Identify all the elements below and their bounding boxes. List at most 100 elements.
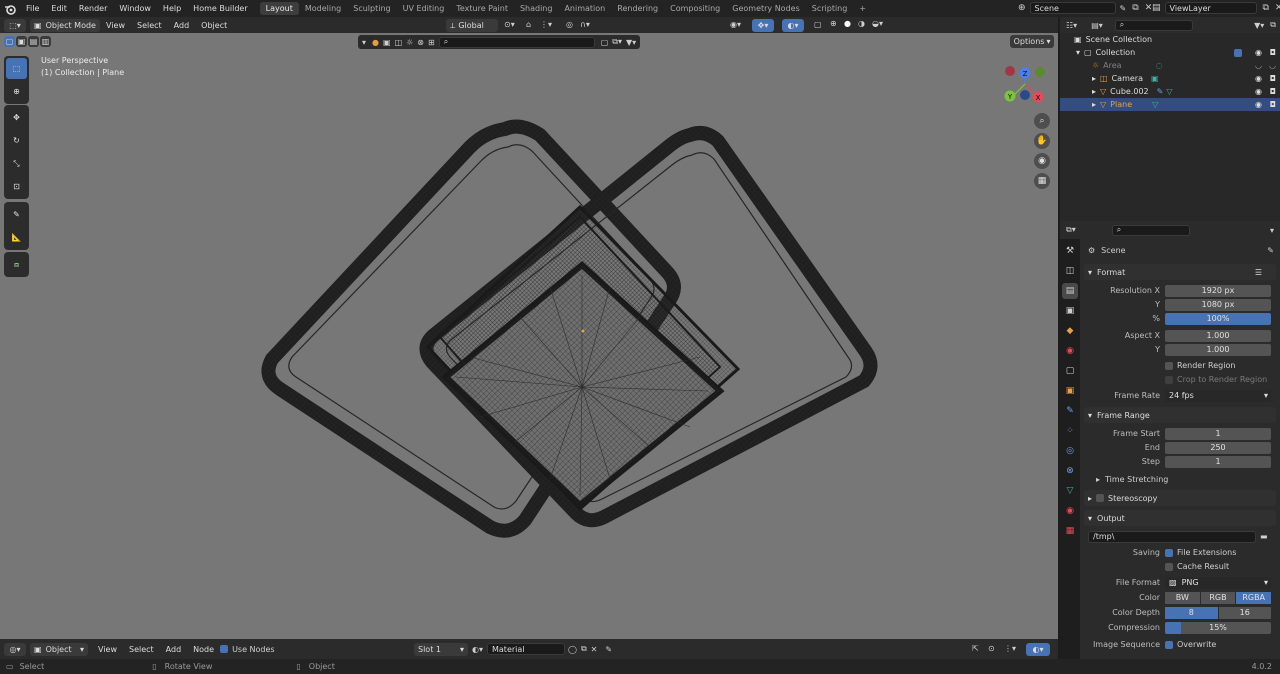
viewport-search-input[interactable]: ⌕ xyxy=(438,36,595,48)
duplicate-material-icon[interactable]: ⧉ xyxy=(581,644,587,654)
file-format-dropdown[interactable]: ▨ PNG ▾ xyxy=(1165,576,1271,589)
tab-texture[interactable]: ▦ xyxy=(1062,523,1078,539)
unlink-material-icon[interactable]: ✕ xyxy=(591,645,598,654)
new-collection-icon[interactable]: ⧉ xyxy=(1270,20,1276,30)
tab-scene[interactable]: ◆ xyxy=(1062,323,1078,339)
camera-view-button[interactable]: ◉ xyxy=(1034,153,1050,169)
viewport-menu-view[interactable]: View xyxy=(100,21,131,30)
tab-world[interactable]: ◉ xyxy=(1062,343,1078,359)
output-panel-header[interactable]: ▾ Output xyxy=(1084,510,1276,526)
restrict-icon[interactable]: ▢ xyxy=(601,38,609,47)
cube-eye-icon[interactable]: ◉ xyxy=(1255,87,1262,96)
tab-output[interactable]: ▤ xyxy=(1062,283,1078,299)
node-parent-icon[interactable]: ⇱ xyxy=(972,644,979,653)
shading-solid-icon[interactable]: ● xyxy=(844,19,851,28)
color-rgb-button[interactable]: RGB xyxy=(1199,591,1236,604)
presets-icon[interactable]: ☰ xyxy=(1255,268,1262,277)
output-path-input[interactable]: /tmp\ xyxy=(1088,530,1256,543)
transform-tool[interactable]: ⊡ xyxy=(6,176,27,197)
annotate-tool[interactable]: ✎ xyxy=(6,204,27,225)
display-icon[interactable]: ⧉▾ xyxy=(612,37,622,47)
node-overlay-button[interactable]: ◐▾ xyxy=(1026,643,1050,656)
select-box-tool[interactable]: ⬚ xyxy=(6,58,27,79)
color-rgba-button[interactable]: RGBA xyxy=(1235,591,1272,604)
color-bw-button[interactable]: BW xyxy=(1165,591,1200,604)
cursor-tool[interactable]: ⊕ xyxy=(6,81,27,102)
frame-rate-dropdown[interactable]: 24 fps ▾ xyxy=(1165,389,1271,402)
select-extend-button[interactable]: ▣ xyxy=(16,36,27,47)
node-menu-node[interactable]: Node xyxy=(187,645,220,654)
menu-render[interactable]: Render xyxy=(73,4,113,13)
frame-step-field[interactable]: 1 xyxy=(1165,455,1271,468)
tab-modifiers[interactable]: ✎ xyxy=(1062,403,1078,419)
tab-uv-editing[interactable]: UV Editing xyxy=(397,2,451,15)
node-menu-view[interactable]: View xyxy=(92,645,123,654)
collection-row[interactable]: ▾ ▢ Collection ◉ ◘ xyxy=(1060,46,1280,59)
color-wheel-icon[interactable]: ● xyxy=(372,38,379,47)
ortho-toggle-button[interactable]: ▦ xyxy=(1034,173,1050,189)
crop-region-checkbox[interactable] xyxy=(1165,375,1173,384)
use-nodes-checkbox[interactable] xyxy=(220,645,229,653)
bottom-editor-type-button[interactable]: ◎▾ xyxy=(4,642,26,656)
expand-icon[interactable]: ▸ xyxy=(1092,100,1096,109)
tab-constraints[interactable]: ⊗ xyxy=(1062,463,1078,479)
stereoscopy-checkbox[interactable] xyxy=(1096,494,1105,502)
tab-sculpting[interactable]: Sculpting xyxy=(347,2,396,15)
resolution-percent-slider[interactable]: 100% xyxy=(1165,312,1271,325)
properties-search-input[interactable]: ⌕ xyxy=(1111,224,1190,236)
mode-dropdown[interactable]: ▣ Object Mode xyxy=(30,18,100,32)
menu-file[interactable]: File xyxy=(20,4,45,13)
stereoscopy-panel-header[interactable]: ▸ Stereoscopy xyxy=(1084,490,1276,506)
tab-texture-paint[interactable]: Texture Paint xyxy=(450,2,514,15)
tab-view-layer[interactable]: ▣ xyxy=(1062,303,1078,319)
menu-home-builder[interactable]: Home Builder xyxy=(187,4,253,13)
frame-end-field[interactable]: 250 xyxy=(1165,441,1271,454)
scene-name-field[interactable]: Scene xyxy=(1029,2,1116,14)
tab-material[interactable]: ◉ xyxy=(1062,503,1078,519)
frame-start-field[interactable]: 1 xyxy=(1165,427,1271,440)
material-sphere-icon[interactable]: ◐▾ xyxy=(472,645,483,654)
tab-render[interactable]: ◫ xyxy=(1062,263,1078,279)
collapse-icon[interactable]: ▾ xyxy=(362,38,366,47)
move-tool[interactable]: ✥ xyxy=(6,107,27,128)
node-menu-select[interactable]: Select xyxy=(123,645,160,654)
pan-button[interactable]: ✋ xyxy=(1034,133,1050,149)
resolution-y-field[interactable]: 1080 px xyxy=(1165,298,1271,311)
viewport-menu-object[interactable]: Object xyxy=(195,21,233,30)
transform-orientation-dropdown[interactable]: ⟂ Global xyxy=(446,19,498,32)
new-scene-icon[interactable]: ⧉ xyxy=(1132,3,1138,13)
filter-light-icon[interactable]: ☼ xyxy=(406,38,413,47)
scale-tool[interactable]: ⤡ xyxy=(6,153,27,174)
compression-slider[interactable]: 15% xyxy=(1165,621,1271,634)
outliner-item-plane[interactable]: ▸ ▽ Plane ▽ ◉ ◘ xyxy=(1060,98,1280,111)
scene-collection-row[interactable]: ▣ Scene Collection xyxy=(1060,33,1280,46)
node-menu-add[interactable]: Add xyxy=(160,645,188,654)
select-intersect-button[interactable]: ▥ xyxy=(40,36,51,47)
tab-tool[interactable]: ⚒ xyxy=(1062,243,1078,259)
folder-icon[interactable]: ▬ xyxy=(1260,532,1268,541)
outliner-item-area[interactable]: ☼ Area ◌ ◡ ◡ xyxy=(1060,59,1280,72)
zoom-button[interactable]: ⌕ xyxy=(1034,113,1050,129)
gizmo-neg-x[interactable] xyxy=(1005,66,1015,76)
collection-expand-icon[interactable]: ▾ xyxy=(1076,48,1080,57)
aspect-x-field[interactable]: 1.000 xyxy=(1165,329,1271,342)
render-region-checkbox[interactable] xyxy=(1165,361,1173,370)
tab-animation[interactable]: Animation xyxy=(558,2,611,15)
menu-window[interactable]: Window xyxy=(113,4,157,13)
tab-geometry-nodes[interactable]: Geometry Nodes xyxy=(726,2,805,15)
menu-help[interactable]: Help xyxy=(157,4,187,13)
tab-rendering[interactable]: Rendering xyxy=(611,2,664,15)
proportional-edit-icon[interactable]: ◎ xyxy=(566,20,573,29)
shading-rendered-icon[interactable]: ◒▾ xyxy=(872,19,883,28)
crop-region-row[interactable]: Crop to Render Region xyxy=(1084,373,1276,386)
viewport-menu-select[interactable]: Select xyxy=(131,21,168,30)
overlay-toggle-button[interactable]: ◐▾ xyxy=(782,19,804,32)
options-dropdown[interactable]: Options ▾ xyxy=(1010,35,1054,48)
format-panel-header[interactable]: ▾ Format ☰ xyxy=(1084,264,1276,280)
new-view-layer-icon[interactable]: ⧉ xyxy=(1263,3,1269,13)
time-stretching-subpanel[interactable]: ▸ Time Stretching xyxy=(1084,473,1276,486)
viewport-menu-add[interactable]: Add xyxy=(168,21,196,30)
filter-empty-icon[interactable]: ⊗ xyxy=(417,38,424,47)
cache-result-row[interactable]: Cache Result xyxy=(1084,560,1276,573)
expand-icon[interactable]: ▸ xyxy=(1092,74,1096,83)
